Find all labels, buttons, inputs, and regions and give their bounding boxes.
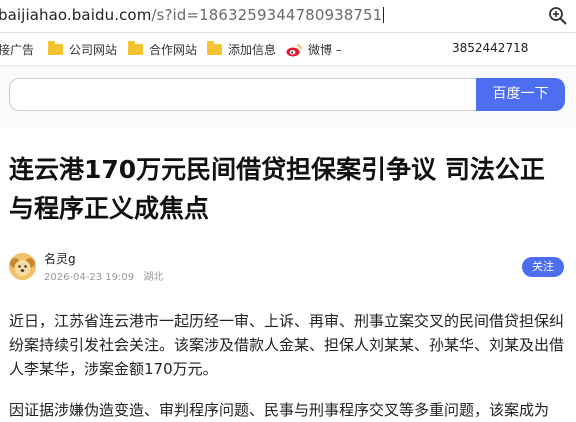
author-name[interactable]: 名灵g (44, 250, 76, 267)
bookmark-item[interactable]: 接广告 (0, 41, 34, 58)
search-button[interactable]: 百度一下 (476, 78, 565, 111)
bookmark-number: 3852442718 (452, 41, 529, 55)
bookmark-weibo[interactable]: 微博 – (286, 41, 342, 58)
bookmark-label: 微博 – (308, 43, 342, 57)
folder-icon (48, 41, 63, 55)
folder-icon (128, 41, 143, 55)
dog-icon (9, 253, 36, 280)
search-bar: 百度一下 (0, 66, 576, 128)
bookmark-folder[interactable]: 合作网站 (128, 41, 197, 58)
url-text[interactable]: baijiahao.baidu.com/s?id=186325934478093… (0, 6, 385, 24)
avatar[interactable] (9, 253, 36, 280)
bookmark-label: 接广告 (0, 43, 35, 57)
search-input[interactable] (9, 78, 476, 111)
url-host: baijiahao.baidu.com (0, 6, 152, 24)
article-paragraph: 因证据涉嫌伪造变造、审判程序问题、民事与刑事程序交叉等多重问题，该案成为 (9, 401, 550, 419)
url-path: /s?id=1863259344780938751 (151, 6, 383, 24)
article-meta: 2026-04-23 19:09 湖北 (44, 268, 163, 283)
article-paragraph: 近日，江苏省连云港市一起历经一审、上诉、再审、刑事立案交叉的民间借贷担保纠纷案持… (9, 312, 565, 378)
publish-date: 2026-04-23 19:09 (44, 272, 135, 283)
folder-icon (207, 41, 222, 55)
bookmark-label: 合作网站 (149, 43, 198, 57)
bookmark-label: 添加信息 (228, 43, 277, 57)
text-cursor (383, 7, 385, 23)
bookmark-label: 公司网站 (69, 43, 118, 57)
publish-location: 湖北 (143, 272, 164, 283)
weibo-icon (286, 43, 302, 56)
zoom-in-icon[interactable] (548, 6, 568, 26)
article-title: 连云港170万元民间借贷担保案引争议 司法公正与程序正义成焦点 (9, 155, 545, 223)
follow-button[interactable]: 关注 (522, 257, 564, 277)
address-bar[interactable]: baijiahao.baidu.com/s?id=186325934478093… (0, 0, 576, 33)
bookmark-folder[interactable]: 公司网站 (48, 41, 117, 58)
bookmark-folder[interactable]: 添加信息 (207, 41, 276, 58)
bookmarks-bar: 接广告 公司网站 合作网站 添加信息 微博 – 3852442718 (0, 33, 576, 66)
